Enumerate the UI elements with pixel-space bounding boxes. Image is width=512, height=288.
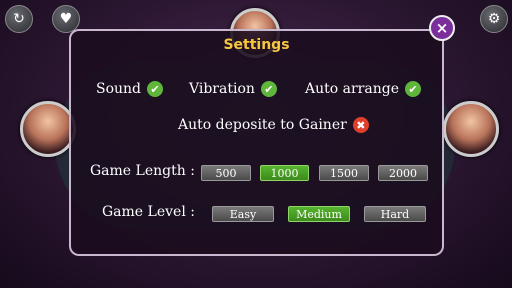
- game-length-option[interactable]: 500: [201, 165, 251, 181]
- game-level-option-selected[interactable]: Medium: [288, 206, 350, 222]
- game-level-option[interactable]: Hard: [364, 206, 426, 222]
- auto-deposite-label: Auto deposite to Gainer: [178, 117, 347, 133]
- player-avatar-left[interactable]: [20, 101, 76, 157]
- sound-label: Sound: [96, 81, 142, 97]
- auto-arrange-toggle[interactable]: Auto arrange ✔: [305, 81, 421, 97]
- close-icon: ×: [435, 19, 449, 37]
- vibration-toggle[interactable]: Vibration ✔: [189, 81, 277, 97]
- close-button[interactable]: ×: [429, 15, 455, 41]
- heart-icon: ♥: [59, 11, 73, 27]
- game-length-label: Game Length :: [90, 163, 195, 179]
- player-avatar-right[interactable]: [443, 101, 499, 157]
- auto-deposite-toggle[interactable]: Auto deposite to Gainer ✖: [178, 117, 369, 133]
- check-icon: ✔: [404, 81, 421, 97]
- check-icon: ✔: [260, 81, 277, 97]
- gear-icon: ⚙: [487, 11, 501, 27]
- dialog-title: Settings: [223, 37, 290, 53]
- sound-toggle[interactable]: Sound ✔: [96, 81, 164, 97]
- game-level-option[interactable]: Easy: [212, 206, 274, 222]
- auto-arrange-label: Auto arrange: [305, 81, 399, 97]
- settings-button[interactable]: ⚙: [480, 5, 508, 33]
- game-length-option[interactable]: 1500: [319, 165, 369, 181]
- game-length-option-selected[interactable]: 1000: [260, 165, 309, 181]
- game-length-option[interactable]: 2000: [378, 165, 428, 181]
- settings-dialog: Settings Sound ✔ Vibration ✔ Auto arrang…: [69, 29, 444, 256]
- vibration-label: Vibration: [189, 81, 255, 97]
- check-icon: ✔: [147, 81, 164, 97]
- refresh-button[interactable]: ↻: [5, 5, 33, 33]
- game-level-label: Game Level :: [102, 204, 195, 220]
- cross-icon: ✖: [352, 117, 369, 133]
- refresh-icon: ↻: [13, 11, 25, 27]
